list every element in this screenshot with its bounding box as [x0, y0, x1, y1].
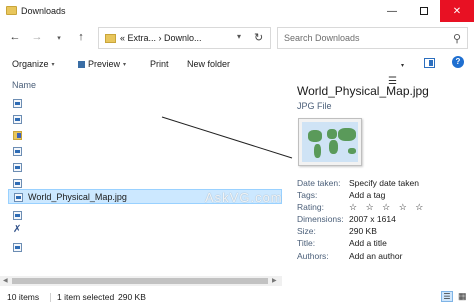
scroll-left-icon[interactable]: ◀ — [3, 277, 8, 284]
watermark: AskVG.com — [205, 190, 283, 205]
property-date-taken: Date taken: Specify date taken — [297, 178, 472, 190]
horizontal-scrollbar[interactable]: ◀ ▶ — [0, 276, 282, 286]
selection-count: 1 item selected — [57, 292, 115, 302]
property-dimensions: Dimensions: 2007 x 1614 — [297, 214, 472, 226]
selection-size: 290 KB — [118, 292, 146, 302]
size-value: 290 KB — [349, 226, 377, 237]
property-size: Size: 290 KB — [297, 226, 472, 238]
property-rating: Rating: ☆ ☆ ☆ ☆ ☆ — [297, 202, 472, 214]
property-label: Size: — [297, 226, 316, 237]
property-label: Authors: — [297, 250, 329, 261]
world-map-image — [302, 122, 358, 162]
property-tags: Tags: Add a tag — [297, 190, 472, 202]
tags-field[interactable]: Add a tag — [349, 190, 385, 200]
property-label: Date taken: — [297, 178, 341, 188]
scroll-right-icon[interactable]: ▶ — [272, 277, 277, 284]
dimensions-value: 2007 x 1614 — [349, 214, 396, 225]
large-icons-view-icon[interactable]: ▦ — [458, 291, 467, 302]
details-file-name: World_Physical_Map.jpg — [297, 84, 429, 98]
property-label: Tags: — [297, 190, 318, 201]
details-file-type: JPG File — [297, 101, 332, 111]
property-title: Title: Add a title — [297, 238, 472, 250]
property-label: Title: — [297, 238, 316, 249]
scrollbar-thumb[interactable] — [12, 278, 268, 284]
property-label: Dimensions: — [297, 214, 344, 225]
details-pane: World_Physical_Map.jpg JPG File Date tak… — [286, 76, 474, 286]
title-field[interactable]: Add a title — [349, 238, 387, 248]
image-thumbnail — [298, 118, 362, 166]
authors-field[interactable]: Add an author — [349, 251, 402, 261]
details-view-icon[interactable]: ☰ — [441, 291, 453, 302]
date-taken-field[interactable]: Specify date taken — [349, 178, 419, 188]
item-count: 10 items — [7, 292, 40, 302]
property-authors: Authors: Add an author — [297, 251, 472, 263]
property-label: Rating: — [297, 202, 324, 213]
status-bar: 10 items 1 item selected 290 KB ☰ ▦ — [0, 288, 474, 305]
property-list: Date taken: Specify date taken Tags: Add a… — [297, 178, 472, 263]
rating-stars[interactable]: ☆ ☆ ☆ ☆ ☆ — [349, 202, 426, 213]
divider — [50, 293, 51, 302]
